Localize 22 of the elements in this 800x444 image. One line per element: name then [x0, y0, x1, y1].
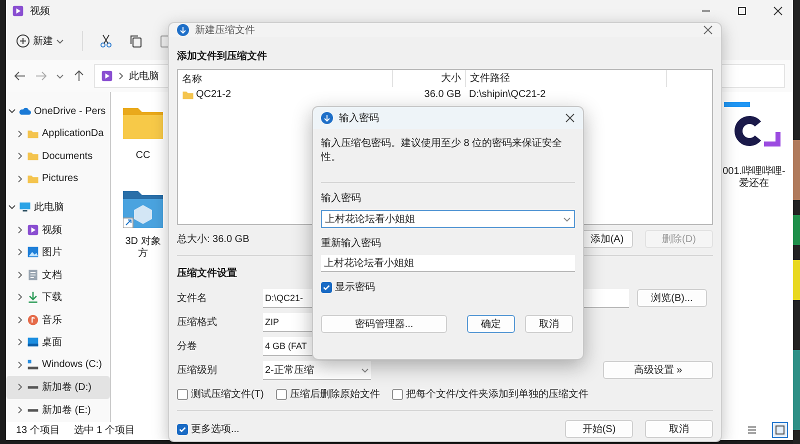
hint-text: 输入压缩包密码。建议使用至少 8 位的密码来保证安全性。: [321, 137, 564, 165]
section-heading: 压缩文件设置: [177, 266, 238, 280]
dialog-title: 输入密码: [339, 112, 379, 125]
field-label: 输入密码: [321, 192, 362, 205]
field-label: 压缩格式: [177, 316, 218, 329]
dialog-title: 新建压缩文件: [195, 24, 255, 37]
section-heading: 添加文件到压缩文件: [177, 50, 268, 63]
table-cell-text: 36.0 GB: [423, 89, 462, 100]
field-label: 压缩级别: [177, 364, 218, 377]
field-label: 文件名: [177, 292, 208, 305]
file-name: 方: [138, 248, 148, 260]
status-text: 选中 1 个项目: [74, 424, 136, 437]
field-label: 重新输入密码: [321, 236, 382, 250]
file-name: 3D 对象: [125, 236, 161, 248]
window-title: 视频: [30, 4, 50, 18]
file-name: 爱还在: [739, 178, 769, 190]
file-name: 001.哔哩哔哩-: [722, 166, 786, 178]
table-cell-text: D:\shipin\QC21-2: [468, 89, 547, 100]
status-text: 13 个项目: [16, 424, 60, 437]
field-label: 分卷: [177, 340, 198, 353]
file-name: CC: [136, 150, 150, 162]
total-size-text: 总大小: 36.0 GB: [177, 232, 250, 246]
